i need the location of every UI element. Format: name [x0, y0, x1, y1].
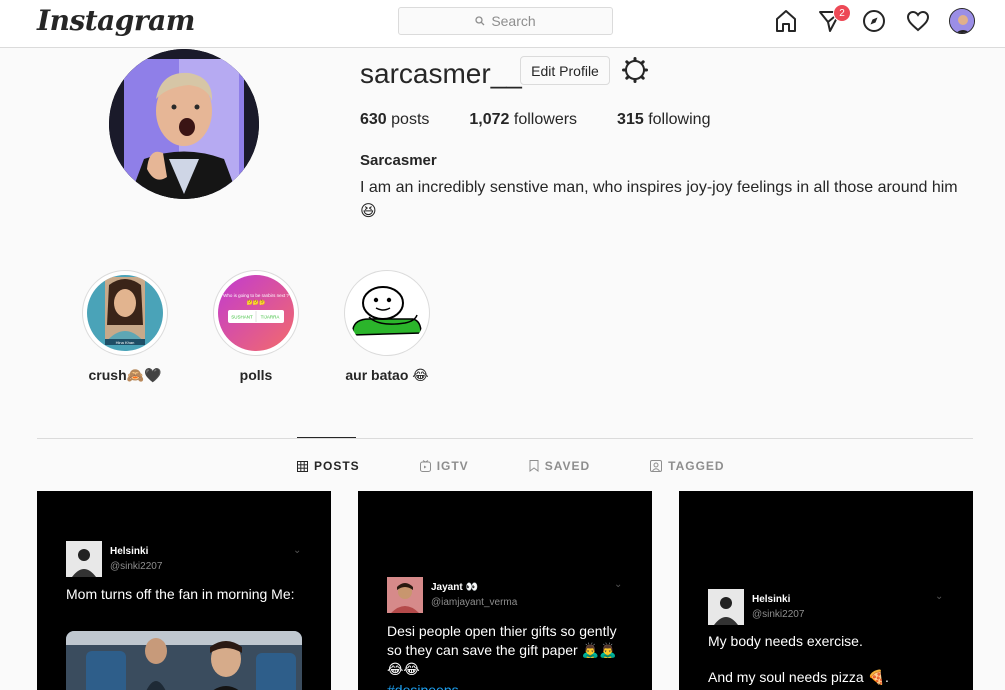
profile-divider — [37, 438, 973, 439]
post-author-name: Helsinki — [110, 546, 149, 557]
post-tile-2[interactable]: Jayant 👀 @iamjayant_verma ⌄ Desi people … — [358, 491, 652, 690]
post-author-handle: @iamjayant_verma — [431, 597, 518, 608]
post-text-second: And my soul needs pizza 🍕. — [708, 669, 889, 685]
highlight-polls-thumbnail: Who is going to be ranbirs next ? 🤔🤔🤔 SU… — [218, 275, 294, 351]
post-tile-1[interactable]: Helsinki @sinki2207 ⌄ Mom turns off the … — [37, 491, 331, 690]
search-placeholder: Search — [491, 13, 536, 29]
post-tile-3[interactable]: Helsinki @sinki2207 ⌄ My body needs exer… — [679, 491, 973, 690]
bookmark-icon — [529, 460, 539, 472]
highlight-crush[interactable]: Hina Khan crush🙈🖤 — [82, 270, 168, 384]
highlight-aur-batao-label: aur batao 😂 — [345, 367, 429, 383]
post-author-handle: @sinki2207 — [752, 609, 805, 620]
poll-emoji: 🤔🤔🤔 — [247, 299, 266, 306]
highlight-aur-batao[interactable]: aur batao 😂 — [344, 270, 430, 384]
highlight-polls[interactable]: Who is going to be ranbirs next ? 🤔🤔🤔 SU… — [213, 270, 299, 384]
explore-compass-icon[interactable] — [861, 8, 887, 34]
home-icon[interactable] — [773, 8, 799, 34]
chevron-down-icon: ⌄ — [935, 591, 944, 602]
chevron-down-icon: ⌄ — [293, 545, 302, 556]
igtv-icon — [419, 460, 431, 472]
post-hashtag[interactable]: #desipeeps — [387, 681, 459, 690]
highlight-crush-label: crush🙈🖤 — [88, 367, 162, 383]
highlight-crush-thumbnail: Hina Khan — [87, 275, 163, 351]
post-author-name: Helsinki — [752, 594, 791, 605]
post-author-avatar — [708, 589, 744, 625]
post-author-name: Jayant 👀 — [431, 582, 478, 593]
tab-saved[interactable]: SAVED — [529, 459, 590, 473]
notification-badge: 2 — [833, 4, 851, 22]
posts-grid: Helsinki @sinki2207 ⌄ Mom turns off the … — [37, 491, 1000, 690]
posts-count: 630 posts — [360, 111, 430, 128]
grid-icon — [297, 460, 308, 472]
profile-stats: 630 posts 1,072 followers 315 following — [360, 111, 750, 129]
top-bar: Instagram Search 2 — [0, 0, 1005, 48]
profile-username: sarcasmer__ — [360, 58, 522, 89]
post-author-avatar — [66, 541, 102, 577]
active-tab-indicator — [297, 437, 356, 438]
highlight-meme-thumbnail — [349, 275, 425, 351]
nav-icons: 2 — [755, 4, 975, 34]
post-text: Desi people open thier gifts so gently s… — [387, 623, 617, 677]
following-count[interactable]: 315 following — [617, 111, 710, 129]
story-highlights: Hina Khan crush🙈🖤 Who is going to be ran… — [82, 270, 475, 384]
highlight-polls-label: polls — [239, 367, 273, 383]
profile-avatar-icon[interactable] — [949, 8, 975, 34]
activity-heart-icon[interactable] — [905, 8, 931, 34]
post-text: My body needs exercise. — [708, 633, 863, 649]
chevron-down-icon: ⌄ — [614, 579, 623, 590]
poll-option-a: SUSHANT — [231, 315, 253, 320]
instagram-logo[interactable]: Instagram — [37, 4, 195, 37]
edit-profile-button[interactable]: Edit Profile — [520, 56, 610, 85]
tagged-person-icon — [650, 460, 663, 472]
profile-full-name: Sarcasmer — [360, 152, 437, 169]
post-embedded-image — [66, 631, 302, 690]
tab-igtv[interactable]: IGTV — [419, 459, 469, 473]
poll-option-b: TIJARRA — [261, 315, 280, 320]
search-input[interactable]: Search — [398, 7, 613, 35]
post-author-handle: @sinki2207 — [110, 561, 163, 572]
settings-gear-icon[interactable] — [622, 57, 648, 83]
followers-count[interactable]: 1,072 followers — [469, 111, 577, 129]
post-text: Mom turns off the fan in morning Me: — [66, 586, 295, 602]
profile-bio: I am an incredibly senstive man, who ins… — [360, 176, 980, 224]
bio-emoji: 😆 — [360, 203, 377, 220]
tab-tagged[interactable]: TAGGED — [650, 459, 724, 473]
bio-text: I am an incredibly senstive man, who ins… — [360, 179, 958, 196]
profile-picture[interactable] — [109, 49, 259, 199]
highlight-crush-caption: Hina Khan — [116, 340, 135, 345]
poll-question: Who is going to be ranbirs next ? — [223, 293, 289, 298]
direct-messages-icon[interactable]: 2 — [817, 4, 851, 34]
tab-posts[interactable]: POSTS — [297, 459, 360, 473]
profile-tabs: POSTS IGTV SAVED TAGGED — [297, 459, 785, 473]
search-icon — [475, 16, 485, 26]
post-author-avatar — [387, 577, 423, 613]
